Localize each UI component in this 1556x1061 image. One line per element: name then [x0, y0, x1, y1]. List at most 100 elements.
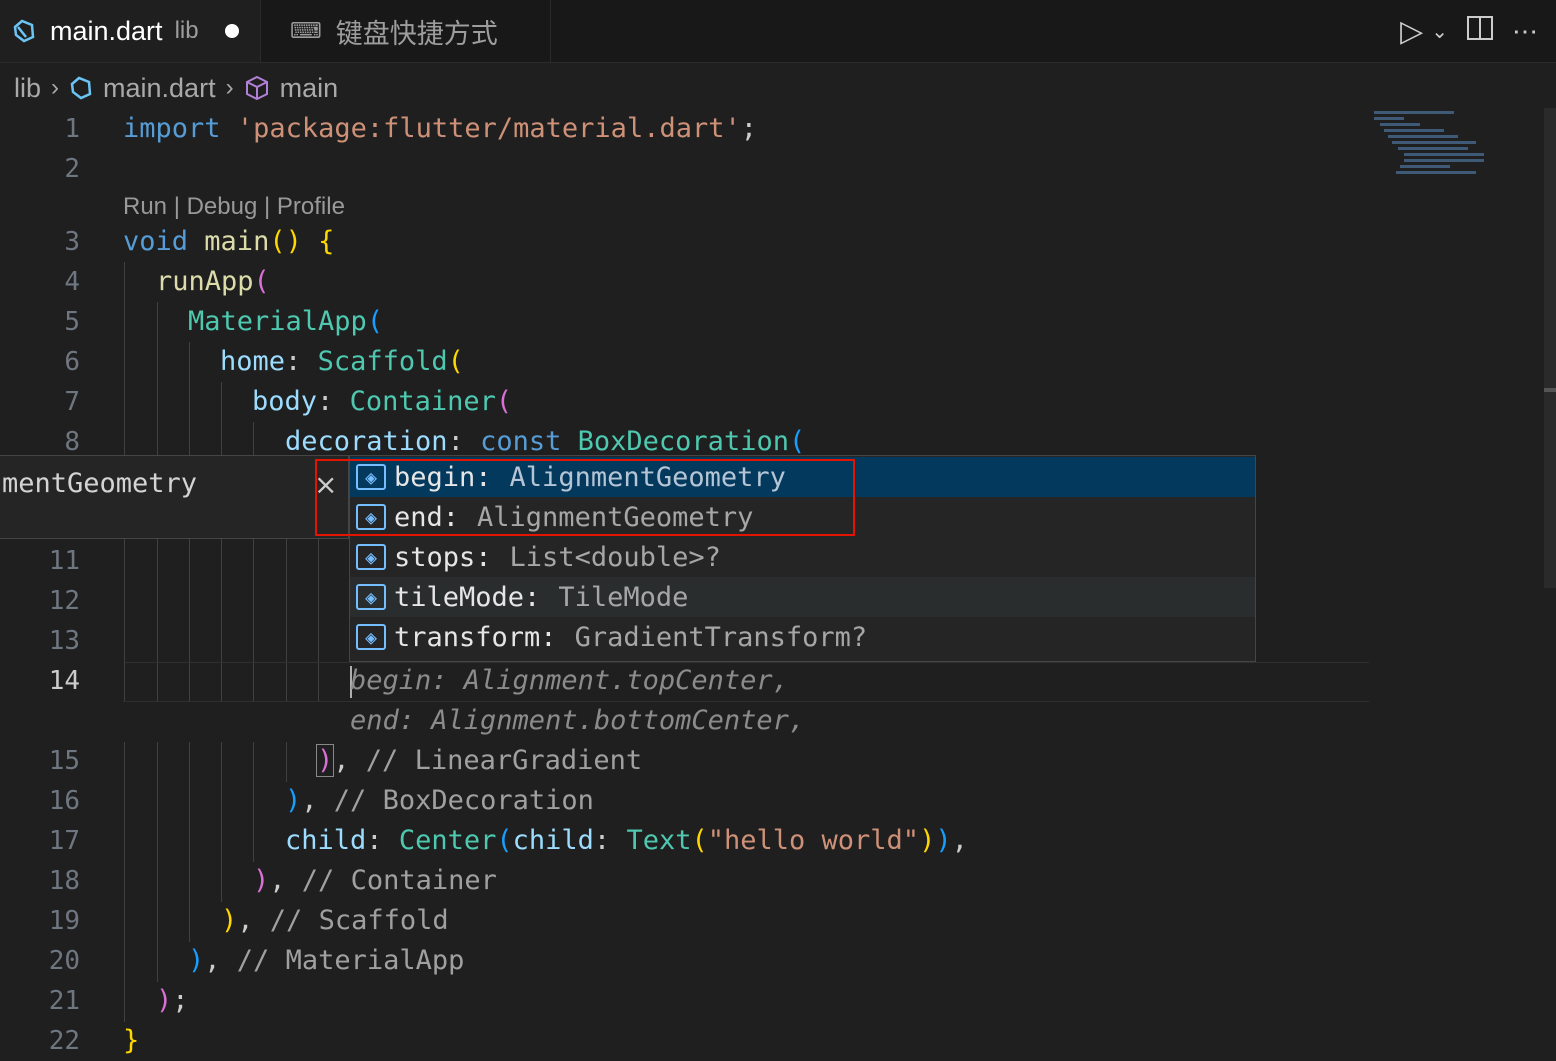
code-line[interactable]: ), // BoxDecoration [285, 785, 594, 816]
token: // LinearGradient [365, 745, 643, 776]
line-number: 5 [64, 307, 80, 337]
token: void [123, 226, 189, 257]
codelens-run-debug-profile[interactable]: Run | Debug | Profile [123, 193, 345, 221]
token: Text [626, 825, 692, 856]
code-line[interactable]: child: Center(child: Text("hello world")… [285, 825, 968, 856]
chevron-down-icon[interactable]: ⌄ [1431, 19, 1448, 44]
token: ( [788, 426, 806, 457]
inline-suggestion: begin: Alignment.topCenter, [350, 665, 789, 696]
highlight-annotation-box [315, 459, 855, 536]
run-icon[interactable]: ▷ [1400, 14, 1423, 49]
tab-keyboard-shortcuts[interactable]: ⌨ 键盘快捷方式 [262, 0, 551, 62]
token: , [951, 825, 968, 856]
scrollbar-thumb[interactable] [1544, 388, 1556, 392]
token: Scaffold [317, 346, 448, 377]
token: ( [495, 386, 513, 417]
line-number: 7 [64, 387, 80, 417]
breadcrumb-symbol[interactable]: main [280, 73, 339, 104]
editor-actions: ▷ ⌄ ⋯ [1400, 0, 1556, 62]
token: , [333, 745, 350, 776]
token: ( [691, 825, 708, 856]
line-number: 2 [64, 154, 80, 184]
code-line[interactable]: ), // Container [253, 865, 497, 896]
token: ) [285, 785, 302, 816]
suggest-type: GradientTransform? [574, 621, 868, 653]
token: ) [315, 744, 335, 777]
token: { [318, 226, 335, 257]
code-line[interactable]: body: Container( [252, 386, 512, 417]
minimap[interactable] [1374, 108, 1544, 208]
token: : [447, 426, 464, 457]
line-number: 4 [64, 267, 80, 297]
code-line[interactable]: } [123, 1025, 139, 1056]
suggest-item[interactable]: ◈ stops: List<double>? [350, 537, 1255, 577]
line-number: 13 [48, 626, 80, 656]
suggest-label: stops: [394, 541, 492, 573]
indent-guide [221, 382, 222, 702]
breadcrumb-folder[interactable]: lib [14, 73, 41, 104]
line-number: 22 [48, 1026, 80, 1056]
token: Center [398, 825, 497, 856]
breadcrumb: lib › main.dart › main [0, 62, 1556, 114]
code-line[interactable]: ), // LinearGradient [315, 744, 643, 777]
tab-description: lib [174, 17, 199, 44]
token: main [204, 226, 270, 257]
token: // MaterialApp [236, 945, 465, 976]
code-line[interactable]: ); [156, 985, 189, 1016]
token: child [285, 825, 367, 856]
code-line[interactable]: MaterialApp( [188, 306, 383, 337]
token: // Scaffold [269, 905, 449, 936]
code-line[interactable]: ), // MaterialApp [188, 945, 464, 976]
field-icon: ◈ [356, 624, 386, 650]
details-type: mentGeometry [2, 468, 198, 499]
code-line[interactable]: void main() { [123, 226, 334, 257]
token: ( [253, 266, 270, 297]
vertical-scrollbar[interactable] [1544, 108, 1556, 588]
split-editor-icon[interactable] [1466, 14, 1494, 49]
inline-suggestion: end: Alignment.bottomCenter, [350, 705, 806, 736]
tab-main-dart[interactable]: main.dart lib [0, 0, 261, 62]
tab-label: 键盘快捷方式 [335, 18, 498, 49]
suggest-item[interactable]: ◈ tileMode: TileMode [350, 577, 1255, 617]
line-number: 19 [48, 906, 80, 936]
line-number: 8 [64, 427, 80, 457]
token: : [593, 825, 611, 856]
code-line[interactable]: import 'package:flutter/material.dart'; [123, 113, 757, 144]
suggest-type: List<double>? [509, 541, 721, 573]
more-actions-icon[interactable]: ⋯ [1512, 16, 1538, 47]
indent-guide [253, 742, 254, 862]
token: ( [366, 306, 384, 337]
line-number: 21 [48, 986, 80, 1016]
line-number: 14 [48, 666, 80, 696]
token: , [269, 865, 286, 896]
line-number: 11 [48, 546, 80, 576]
cube-icon [244, 75, 270, 101]
token: body [252, 386, 318, 417]
indent-guide [157, 742, 158, 982]
indent-guide [221, 742, 222, 902]
token: , [204, 945, 221, 976]
token: const [480, 426, 562, 457]
line-number: 3 [64, 227, 80, 257]
line-number: 16 [48, 786, 80, 816]
suggest-details: mentGeometry × [0, 455, 349, 539]
code-line[interactable]: home: Scaffold( [220, 346, 464, 377]
indent-guide [124, 742, 125, 1022]
token: BoxDecoration [577, 426, 789, 457]
token: : [366, 825, 383, 856]
token: // BoxDecoration [333, 785, 594, 816]
line-number: 17 [48, 826, 80, 856]
token: () [269, 226, 302, 257]
token: ( [496, 825, 513, 856]
code-line[interactable]: runApp( [156, 266, 270, 297]
suggest-item[interactable]: ◈ transform: GradientTransform? [350, 617, 1255, 657]
line-number: 20 [48, 946, 80, 976]
token: ) [188, 945, 205, 976]
unsaved-dot-icon[interactable] [224, 24, 239, 38]
line-number: 1 [64, 114, 80, 144]
code-line[interactable]: decoration: const BoxDecoration( [285, 426, 805, 457]
token: ) [253, 865, 270, 896]
breadcrumb-file[interactable]: main.dart [103, 73, 216, 104]
token: ) [221, 905, 238, 936]
code-line[interactable]: ), // Scaffold [221, 905, 449, 936]
